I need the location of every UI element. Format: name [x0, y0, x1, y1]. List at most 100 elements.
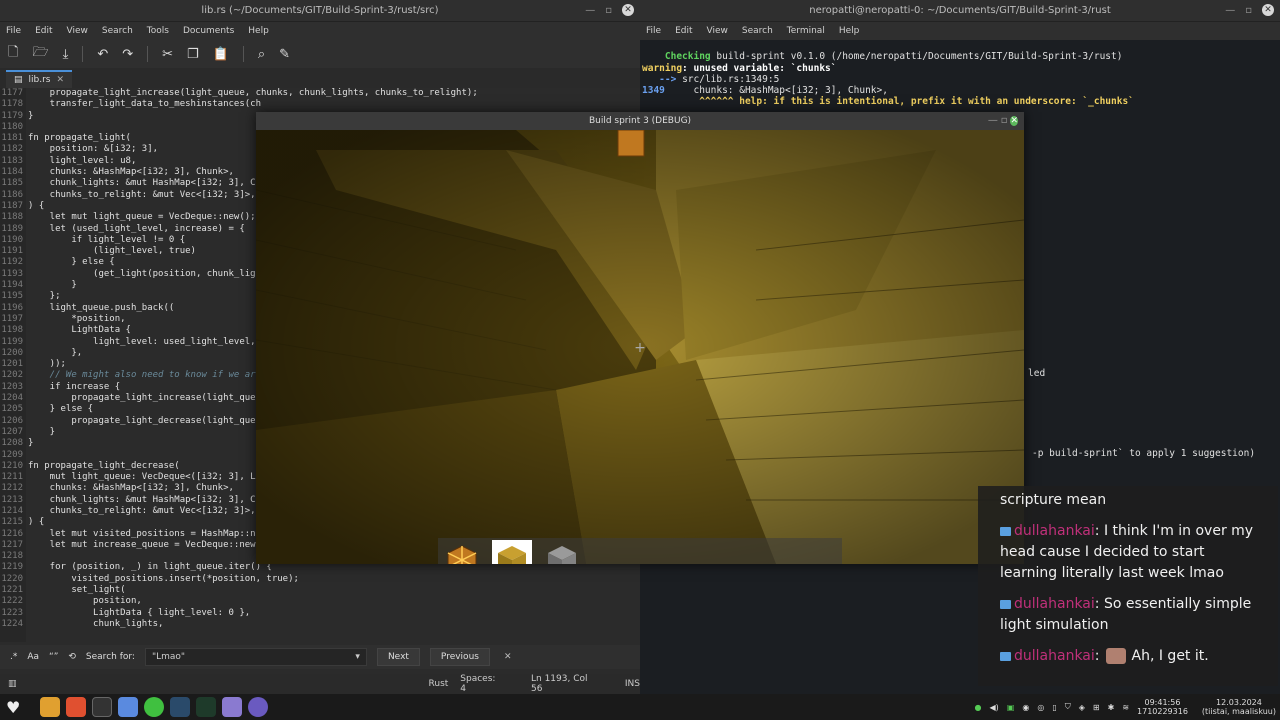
microphone-icon[interactable]: ●: [975, 703, 982, 712]
drive-icon[interactable]: ▯: [1052, 703, 1056, 712]
code-line[interactable]: transfer_light_data_to_meshinstances(ch: [28, 99, 478, 110]
menu-heart-icon[interactable]: ♥: [6, 698, 20, 717]
terminal-titlebar[interactable]: neropatti@neropatti-0: ~/Documents/GIT/B…: [640, 0, 1280, 22]
previous-button[interactable]: Previous: [429, 648, 490, 666]
chat-message: scripture mean: [1000, 490, 1258, 511]
game-viewport[interactable]: +: [256, 130, 1024, 564]
lamp-block-icon: [447, 545, 477, 564]
browser-app-icon[interactable]: [144, 697, 165, 717]
menu-file[interactable]: File: [6, 26, 21, 36]
steam-tray-icon[interactable]: ◎: [1037, 703, 1044, 712]
copy-icon[interactable]: ❐: [187, 47, 199, 62]
menu-file[interactable]: File: [646, 26, 661, 36]
close-icon[interactable]: ✕: [1010, 116, 1018, 126]
line-number: 1219: [1, 562, 23, 573]
status-language[interactable]: Rust: [429, 679, 449, 689]
volume-icon[interactable]: ◀): [990, 703, 999, 712]
line-number: 1204: [1, 393, 23, 404]
line-number: 1218: [1, 551, 23, 562]
menu-help[interactable]: Help: [248, 26, 269, 36]
chat-text: :: [1094, 648, 1100, 664]
redo-icon[interactable]: ↷: [122, 47, 133, 62]
wifi-icon[interactable]: ≋: [1122, 703, 1129, 712]
chat-username[interactable]: dullahankai: [1014, 596, 1095, 612]
github-app-icon[interactable]: [248, 697, 269, 717]
menu-tools[interactable]: Tools: [147, 26, 169, 36]
tab-lib-rs[interactable]: ▤ lib.rs ✕: [6, 70, 73, 88]
menu-search[interactable]: Search: [742, 26, 773, 36]
close-search-icon[interactable]: ✕: [504, 652, 512, 662]
clock[interactable]: 09:41:56 1710229316: [1137, 698, 1188, 716]
godot-app-icon[interactable]: [118, 697, 139, 717]
menu-documents[interactable]: Documents: [183, 26, 234, 36]
close-icon[interactable]: ✕: [622, 4, 634, 16]
maximize-icon[interactable]: ▫: [1245, 5, 1252, 16]
code-line[interactable]: propagate_light_increase(light_queue, ch…: [28, 88, 478, 99]
minimize-icon[interactable]: —: [585, 5, 595, 16]
system-monitor-app-icon[interactable]: [196, 697, 217, 717]
lock-icon[interactable]: ▣: [1007, 703, 1015, 712]
minimize-icon[interactable]: —: [1225, 5, 1235, 16]
maximize-icon[interactable]: ▫: [605, 5, 612, 16]
code-line[interactable]: for (position, _) in light_queue.iter() …: [28, 562, 478, 573]
new-file-icon[interactable]: 🗋: [8, 43, 18, 65]
close-tab-icon[interactable]: ✕: [56, 75, 64, 85]
line-number: 1205: [1, 404, 23, 415]
taskbar: ♥ ● ◀) ▣ ◉ ◎ ▯ ⛉ ◈ ⊞ ✱ ≋ 09:41:56 171022…: [0, 694, 1280, 720]
chevron-down-icon[interactable]: ▾: [355, 652, 360, 662]
search-icon[interactable]: ⌕: [258, 47, 265, 62]
chat-username[interactable]: dullahankai: [1014, 523, 1095, 539]
game-titlebar[interactable]: Build sprint 3 (DEBUG) — ▫ ✕: [256, 112, 1024, 130]
search-input[interactable]: "Lmao" ▾: [144, 648, 367, 666]
menu-terminal[interactable]: Terminal: [787, 26, 825, 36]
code-line[interactable]: LightData { light_level: 0 },: [28, 608, 478, 619]
code-line[interactable]: set_light(: [28, 585, 478, 596]
wrap-around-icon[interactable]: ⟲: [68, 652, 76, 662]
status-spaces[interactable]: Spaces: 4: [460, 674, 501, 694]
obs-icon[interactable]: ◉: [1022, 703, 1029, 712]
network-icon[interactable]: ◈: [1079, 703, 1085, 712]
date[interactable]: 12.03.2024 (tiistai, maaliskuu): [1202, 698, 1276, 716]
game-window[interactable]: Build sprint 3 (DEBUG) — ▫ ✕ +: [256, 112, 1024, 564]
menu-help[interactable]: Help: [839, 26, 860, 36]
steam-app-icon[interactable]: [170, 697, 191, 717]
chat-username[interactable]: dullahankai: [1014, 648, 1095, 664]
code-line[interactable]: visited_positions.insert(*position, true…: [28, 574, 478, 585]
code-line[interactable]: chunk_lights,: [28, 619, 478, 630]
terminal-app-icon[interactable]: [92, 697, 113, 717]
menu-view[interactable]: View: [67, 26, 88, 36]
cut-icon[interactable]: ✂: [162, 47, 173, 62]
bluetooth-icon[interactable]: ✱: [1108, 703, 1115, 712]
menu-view[interactable]: View: [707, 26, 728, 36]
menu-edit[interactable]: Edit: [675, 26, 692, 36]
paste-icon[interactable]: 📋: [213, 47, 229, 62]
line-number: 1210: [1, 460, 23, 471]
editor-titlebar[interactable]: lib.rs (~/Documents/GIT/Build-Sprint-3/r…: [0, 0, 640, 22]
whole-word-icon[interactable]: “”: [49, 652, 58, 662]
update-icon[interactable]: ⊞: [1093, 703, 1100, 712]
close-icon[interactable]: ✕: [1262, 4, 1274, 16]
undo-icon[interactable]: ↶: [97, 47, 108, 62]
regex-toggle-icon[interactable]: .*: [10, 652, 17, 662]
next-button[interactable]: Next: [376, 648, 420, 666]
menu-edit[interactable]: Edit: [35, 26, 52, 36]
shield-icon[interactable]: ⛉: [1065, 702, 1071, 712]
hotbar-slot-stone[interactable]: [542, 540, 582, 564]
subscriber-badge-icon: [1000, 599, 1011, 609]
terminal-line: --> src/lib.rs:1349:5: [642, 74, 1134, 85]
hotbar-slot-wood[interactable]: [492, 540, 532, 564]
hotbar-slot-lamp[interactable]: [442, 540, 482, 564]
replace-icon[interactable]: ✎: [279, 47, 290, 62]
match-case-icon[interactable]: Aa: [27, 652, 39, 662]
text-editor-app-icon[interactable]: [222, 697, 243, 717]
code-line[interactable]: position,: [28, 596, 478, 607]
maximize-icon[interactable]: ▫: [1001, 115, 1008, 126]
editor-menubar: File Edit View Search Tools Documents He…: [0, 22, 640, 40]
sidebar-toggle-icon[interactable]: ▥: [8, 679, 17, 689]
open-file-icon[interactable]: 🗁: [32, 43, 48, 65]
save-icon[interactable]: ⤓: [63, 47, 69, 62]
firefox-app-icon[interactable]: [66, 697, 87, 717]
files-app-icon[interactable]: [40, 697, 61, 717]
menu-search[interactable]: Search: [102, 26, 133, 36]
minimize-icon[interactable]: —: [988, 115, 998, 126]
